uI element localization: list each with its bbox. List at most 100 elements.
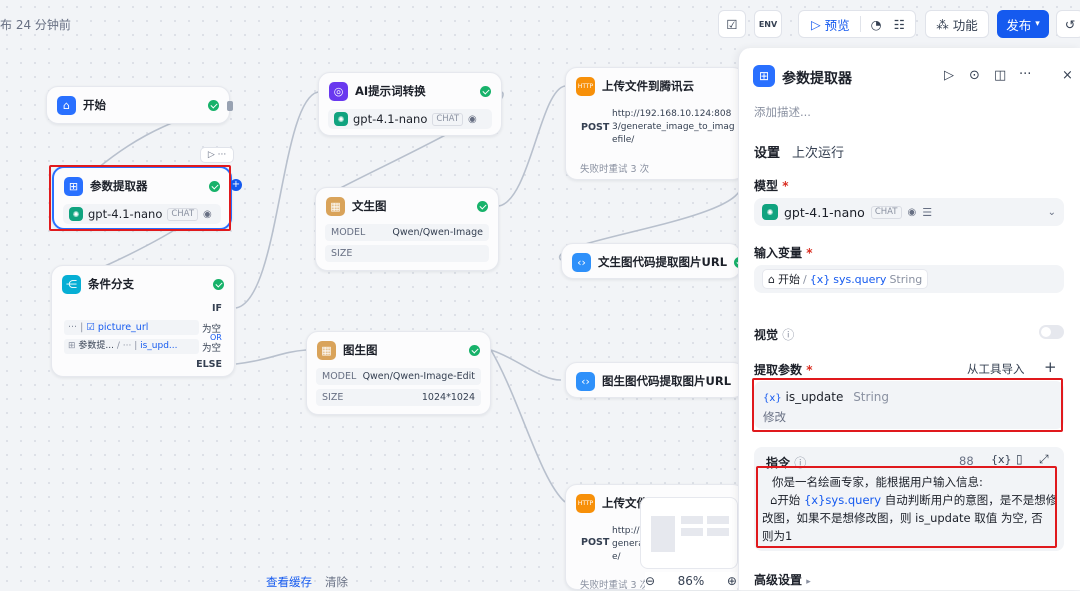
zoom-level[interactable]: 86% — [678, 574, 705, 588]
var-node: 开始 — [777, 273, 800, 286]
copy-icon[interactable]: ▯ — [1016, 452, 1023, 466]
node-title: 开始 — [83, 98, 106, 112]
expand-icon[interactable]: ⤢ — [1039, 452, 1049, 467]
node-title: AI提示词转换 — [355, 84, 426, 98]
play-icon[interactable]: ▷ — [811, 17, 821, 32]
add-node-icon[interactable]: + — [230, 179, 242, 191]
checklist-icon[interactable]: ☑ — [718, 10, 746, 38]
var-type: String — [889, 272, 923, 286]
http-method: POST — [581, 122, 610, 133]
run-node-icon[interactable]: ▷ — [944, 68, 954, 83]
publish-label: 发布 — [1006, 17, 1032, 33]
extract-label-text: 提取参数 — [754, 363, 803, 377]
chevron-down-icon: ⌄ — [1047, 206, 1056, 218]
preview-button[interactable]: 预览 — [825, 15, 850, 34]
node-title: 上传文件到腾讯云 — [602, 79, 694, 93]
version-history-icon[interactable]: ↺ — [1056, 10, 1080, 38]
param-row: SIZE — [325, 245, 489, 262]
edge-img2img-upload2 — [490, 349, 566, 503]
tab-last-run[interactable]: 上次运行 — [792, 142, 844, 161]
description-input[interactable]: 添加描述... — [754, 104, 811, 120]
home-icon: ⌂ — [768, 272, 775, 286]
zoom-control: ⊖ 86% ⊕ — [645, 572, 737, 590]
success-icon — [469, 344, 480, 356]
http-url: http://192.168.10.124:8083/generate_imag… — [612, 109, 735, 145]
eye-icon: ◉ — [468, 113, 477, 125]
tab-settings[interactable]: 设置 — [754, 142, 780, 161]
divider — [859, 16, 861, 32]
publish-button[interactable]: 发布 ▾ — [997, 10, 1049, 38]
openai-icon: ✺ — [334, 112, 348, 126]
input-label: 输入变量 * — [754, 246, 813, 260]
close-icon[interactable]: × — [1062, 68, 1073, 83]
node-condition[interactable]: ⋲ 条件分支 IF ··· | ☑ picture_url 为空 OR ⊞ 参数… — [51, 265, 235, 377]
code-icon: ‹› — [576, 371, 595, 391]
node-text2img[interactable]: ▦ 文生图 MODEL Qwen/Qwen-Image SIZE — [315, 187, 499, 271]
node-run-toolbar[interactable]: ▷ ··· — [200, 147, 234, 163]
condition-src: 参数提... — [78, 341, 114, 351]
model-tag: CHAT — [870, 205, 902, 219]
http-url: http:// genera e/ — [612, 525, 644, 564]
node-title: 条件分支 — [88, 277, 134, 291]
model-select[interactable]: ✺ gpt-4.1-nano CHAT ◉ ☰ ⌄ — [754, 198, 1064, 226]
eye-icon: ◉ — [907, 206, 917, 218]
condition-op: 为空 — [202, 343, 222, 354]
edge-img2img-extract — [490, 349, 562, 381]
node-extract-img-url[interactable]: ‹› 图生图代码提取图片URL — [565, 362, 745, 398]
output-handle[interactable] — [227, 101, 233, 111]
zoom-in-icon[interactable]: ⊕ — [727, 574, 737, 588]
node-img2img[interactable]: ▦ 图生图 MODEL Qwen/Qwen-Image-Edit SIZE 1024… — [306, 331, 491, 415]
zoom-out-icon[interactable]: ⊖ — [645, 574, 655, 588]
model-name: gpt-4.1-nano — [353, 112, 428, 126]
model-chip: ✺ gpt-4.1-nano CHAT ◉ — [328, 109, 492, 129]
http-icon: HTTP — [576, 76, 595, 96]
param-row: MODEL Qwen/Qwen-Image — [325, 224, 489, 241]
history-run-icon[interactable]: ◔ — [871, 17, 882, 32]
input-variable-field[interactable]: ⌂ 开始 / {x} sys.query String — [754, 265, 1064, 293]
vision-toggle[interactable] — [1039, 325, 1064, 339]
node-extract-text-url[interactable]: ‹› 文生图代码提取图片URL — [561, 243, 746, 279]
if-label: IF — [211, 303, 222, 314]
checklist-run-icon[interactable]: ☷ — [894, 17, 905, 32]
minimap-node — [681, 528, 703, 536]
clear-link[interactable]: 清除 — [325, 574, 348, 590]
success-icon — [213, 278, 224, 290]
help-icon[interactable]: ⊙ — [969, 68, 980, 83]
extractor-icon: ⊞ — [753, 65, 775, 87]
param-value: Qwen/Qwen-Image-Edit — [362, 371, 475, 382]
minimap[interactable] — [640, 497, 738, 569]
node-title: 文生图 — [352, 199, 387, 213]
condition-row-2: ⊞ 参数提... / ··· | is_upd... — [64, 339, 199, 354]
vision-label-text: 视觉 — [754, 328, 779, 342]
panel-title[interactable]: 参数提取器 — [782, 68, 852, 88]
home-icon: ⌂ — [57, 95, 76, 115]
node-ai-prompt[interactable]: ◎ AI提示词转换 ✺ gpt-4.1-nano CHAT ◉ — [318, 72, 502, 136]
input-label-text: 输入变量 — [754, 246, 803, 260]
node-title: 图生图 — [343, 343, 378, 357]
features-icon: ⁂ — [936, 16, 949, 32]
param-value: 1024*1024 — [421, 392, 475, 403]
env-button[interactable]: ENV — [754, 10, 782, 38]
more-icon[interactable]: ··· — [1019, 67, 1031, 82]
import-from-tools-button[interactable]: 从工具导入 — [967, 361, 1025, 377]
llm-icon: ◎ — [329, 81, 348, 101]
edge-else-img2img — [235, 349, 307, 365]
model-label: 模型 * — [754, 179, 789, 193]
node-title: 文生图代码提取图片URL — [598, 255, 728, 269]
node-upload-tencent[interactable]: HTTP 上传文件到腾讯云 POST http://192.168.10.124… — [565, 67, 745, 180]
node-start[interactable]: ⌂ 开始 — [46, 86, 233, 124]
add-param-icon[interactable]: + — [1044, 358, 1057, 376]
vision-label: 视觉 ⓘ — [754, 326, 794, 343]
info-icon: ⓘ — [782, 328, 795, 342]
insert-variable-icon[interactable]: {x} — [991, 453, 1012, 466]
model-label-text: 模型 — [754, 179, 779, 193]
http-method: POST — [581, 537, 610, 548]
features-button[interactable]: ⁂ 功能 — [925, 10, 989, 38]
model-params-icon[interactable]: ☰ — [922, 206, 932, 219]
panel-layout-icon[interactable]: ◫ — [994, 68, 1006, 83]
advanced-settings[interactable]: 高级设置 ▸ — [754, 571, 811, 588]
param-key: SIZE — [322, 392, 344, 403]
url-var-icon: ☑ — [86, 322, 95, 333]
view-cache-link[interactable]: 查看缓存 — [266, 574, 312, 590]
minimap-node — [707, 528, 729, 536]
